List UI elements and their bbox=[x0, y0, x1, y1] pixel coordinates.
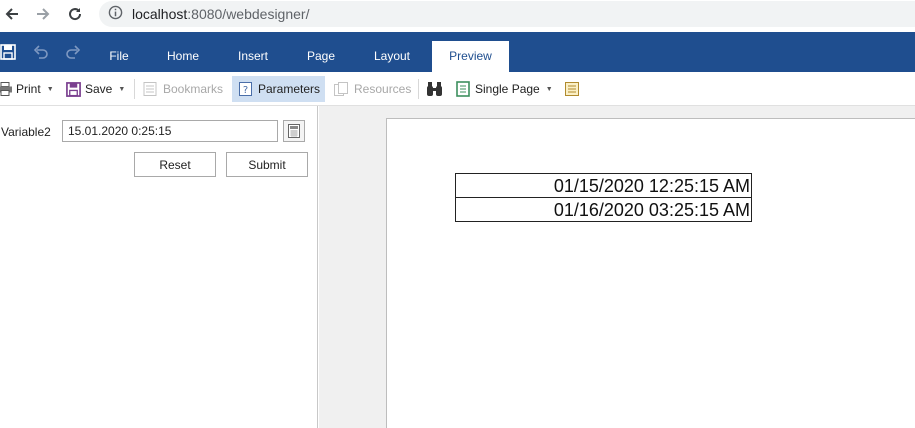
chevron-down-icon: ▼ bbox=[118, 85, 126, 93]
reload-icon[interactable] bbox=[64, 3, 86, 25]
bookmarks-icon bbox=[142, 81, 158, 97]
arrow-right-icon[interactable] bbox=[32, 3, 54, 25]
binoculars-icon bbox=[426, 81, 443, 97]
report-page: 01/15/2020 12:25:15 AM 01/16/2020 03:25:… bbox=[386, 118, 915, 428]
table-cell: 01/15/2020 12:25:15 AM bbox=[455, 173, 752, 198]
floppy-icon bbox=[66, 81, 81, 97]
svg-text:?: ? bbox=[243, 85, 248, 96]
table-cell: 01/16/2020 03:25:15 AM bbox=[455, 197, 752, 222]
bookmarks-button[interactable]: Bookmarks bbox=[142, 76, 223, 102]
parameters-panel: Variable2 Reset Submit bbox=[0, 106, 318, 428]
ribbon: File Home Insert Page Layout Preview bbox=[0, 32, 915, 72]
toolbar-divider bbox=[418, 79, 419, 99]
tab-preview[interactable]: Preview bbox=[432, 41, 509, 72]
info-icon[interactable] bbox=[108, 5, 123, 23]
single-page-icon bbox=[456, 81, 470, 97]
browser-bar: localhost:8080/webdesigner/ bbox=[0, 0, 915, 29]
table-row: 01/16/2020 03:25:15 AM bbox=[455, 197, 752, 222]
editor-view-button[interactable] bbox=[564, 76, 580, 102]
reset-button[interactable]: Reset bbox=[134, 152, 216, 177]
parameters-label: Parameters bbox=[258, 82, 321, 96]
parameters-icon: ? bbox=[238, 81, 253, 97]
tab-insert[interactable]: Insert bbox=[226, 32, 280, 72]
undo-icon[interactable] bbox=[31, 42, 51, 62]
toolbar-divider bbox=[134, 79, 135, 99]
address-bar[interactable]: localhost:8080/webdesigner/ bbox=[99, 1, 915, 27]
tab-page[interactable]: Page bbox=[296, 32, 346, 72]
preview-area[interactable]: 01/15/2020 12:25:15 AM 01/16/2020 03:25:… bbox=[319, 106, 915, 428]
tab-file[interactable]: File bbox=[96, 32, 142, 72]
table-row: 01/15/2020 12:25:15 AM bbox=[455, 173, 752, 198]
url-path: :8080/webdesigner/ bbox=[187, 6, 310, 22]
printer-icon bbox=[0, 81, 13, 97]
url-host: localhost bbox=[132, 6, 188, 22]
parameter-label: Variable2 bbox=[1, 125, 51, 139]
chevron-down-icon: ▼ bbox=[545, 85, 553, 93]
parameters-button[interactable]: ? Parameters bbox=[232, 76, 326, 102]
url-text[interactable]: localhost:8080/webdesigner/ bbox=[132, 6, 309, 22]
parameter-input[interactable] bbox=[62, 120, 278, 142]
chevron-down-icon: ▼ bbox=[46, 85, 54, 93]
save-label: Save bbox=[85, 82, 113, 96]
print-label: Print bbox=[16, 82, 41, 96]
view-mode-label: Single Page bbox=[475, 82, 540, 96]
arrow-left-icon[interactable] bbox=[1, 3, 23, 25]
print-button[interactable]: Print ▼ bbox=[0, 76, 54, 102]
resources-icon bbox=[333, 81, 349, 97]
preview-toolbar: Print ▼ Save ▼ Bookmarks ? Parameters Re… bbox=[0, 72, 915, 106]
document-icon bbox=[564, 81, 580, 97]
report-table: 01/15/2020 12:25:15 AM 01/16/2020 03:25:… bbox=[455, 173, 752, 222]
resources-label: Resources bbox=[354, 82, 412, 96]
bookmarks-label: Bookmarks bbox=[163, 82, 224, 96]
save-disk-icon[interactable] bbox=[0, 42, 18, 62]
find-button[interactable] bbox=[426, 76, 443, 102]
resources-button[interactable]: Resources bbox=[333, 76, 411, 102]
redo-icon[interactable] bbox=[63, 42, 83, 62]
submit-button[interactable]: Submit bbox=[226, 152, 308, 177]
calendar-icon bbox=[288, 124, 300, 138]
save-button[interactable]: Save ▼ bbox=[66, 76, 125, 102]
tab-layout[interactable]: Layout bbox=[362, 32, 422, 72]
view-mode-dropdown[interactable]: Single Page ▼ bbox=[456, 76, 553, 102]
tab-home[interactable]: Home bbox=[156, 32, 210, 72]
calendar-button[interactable] bbox=[283, 120, 305, 142]
